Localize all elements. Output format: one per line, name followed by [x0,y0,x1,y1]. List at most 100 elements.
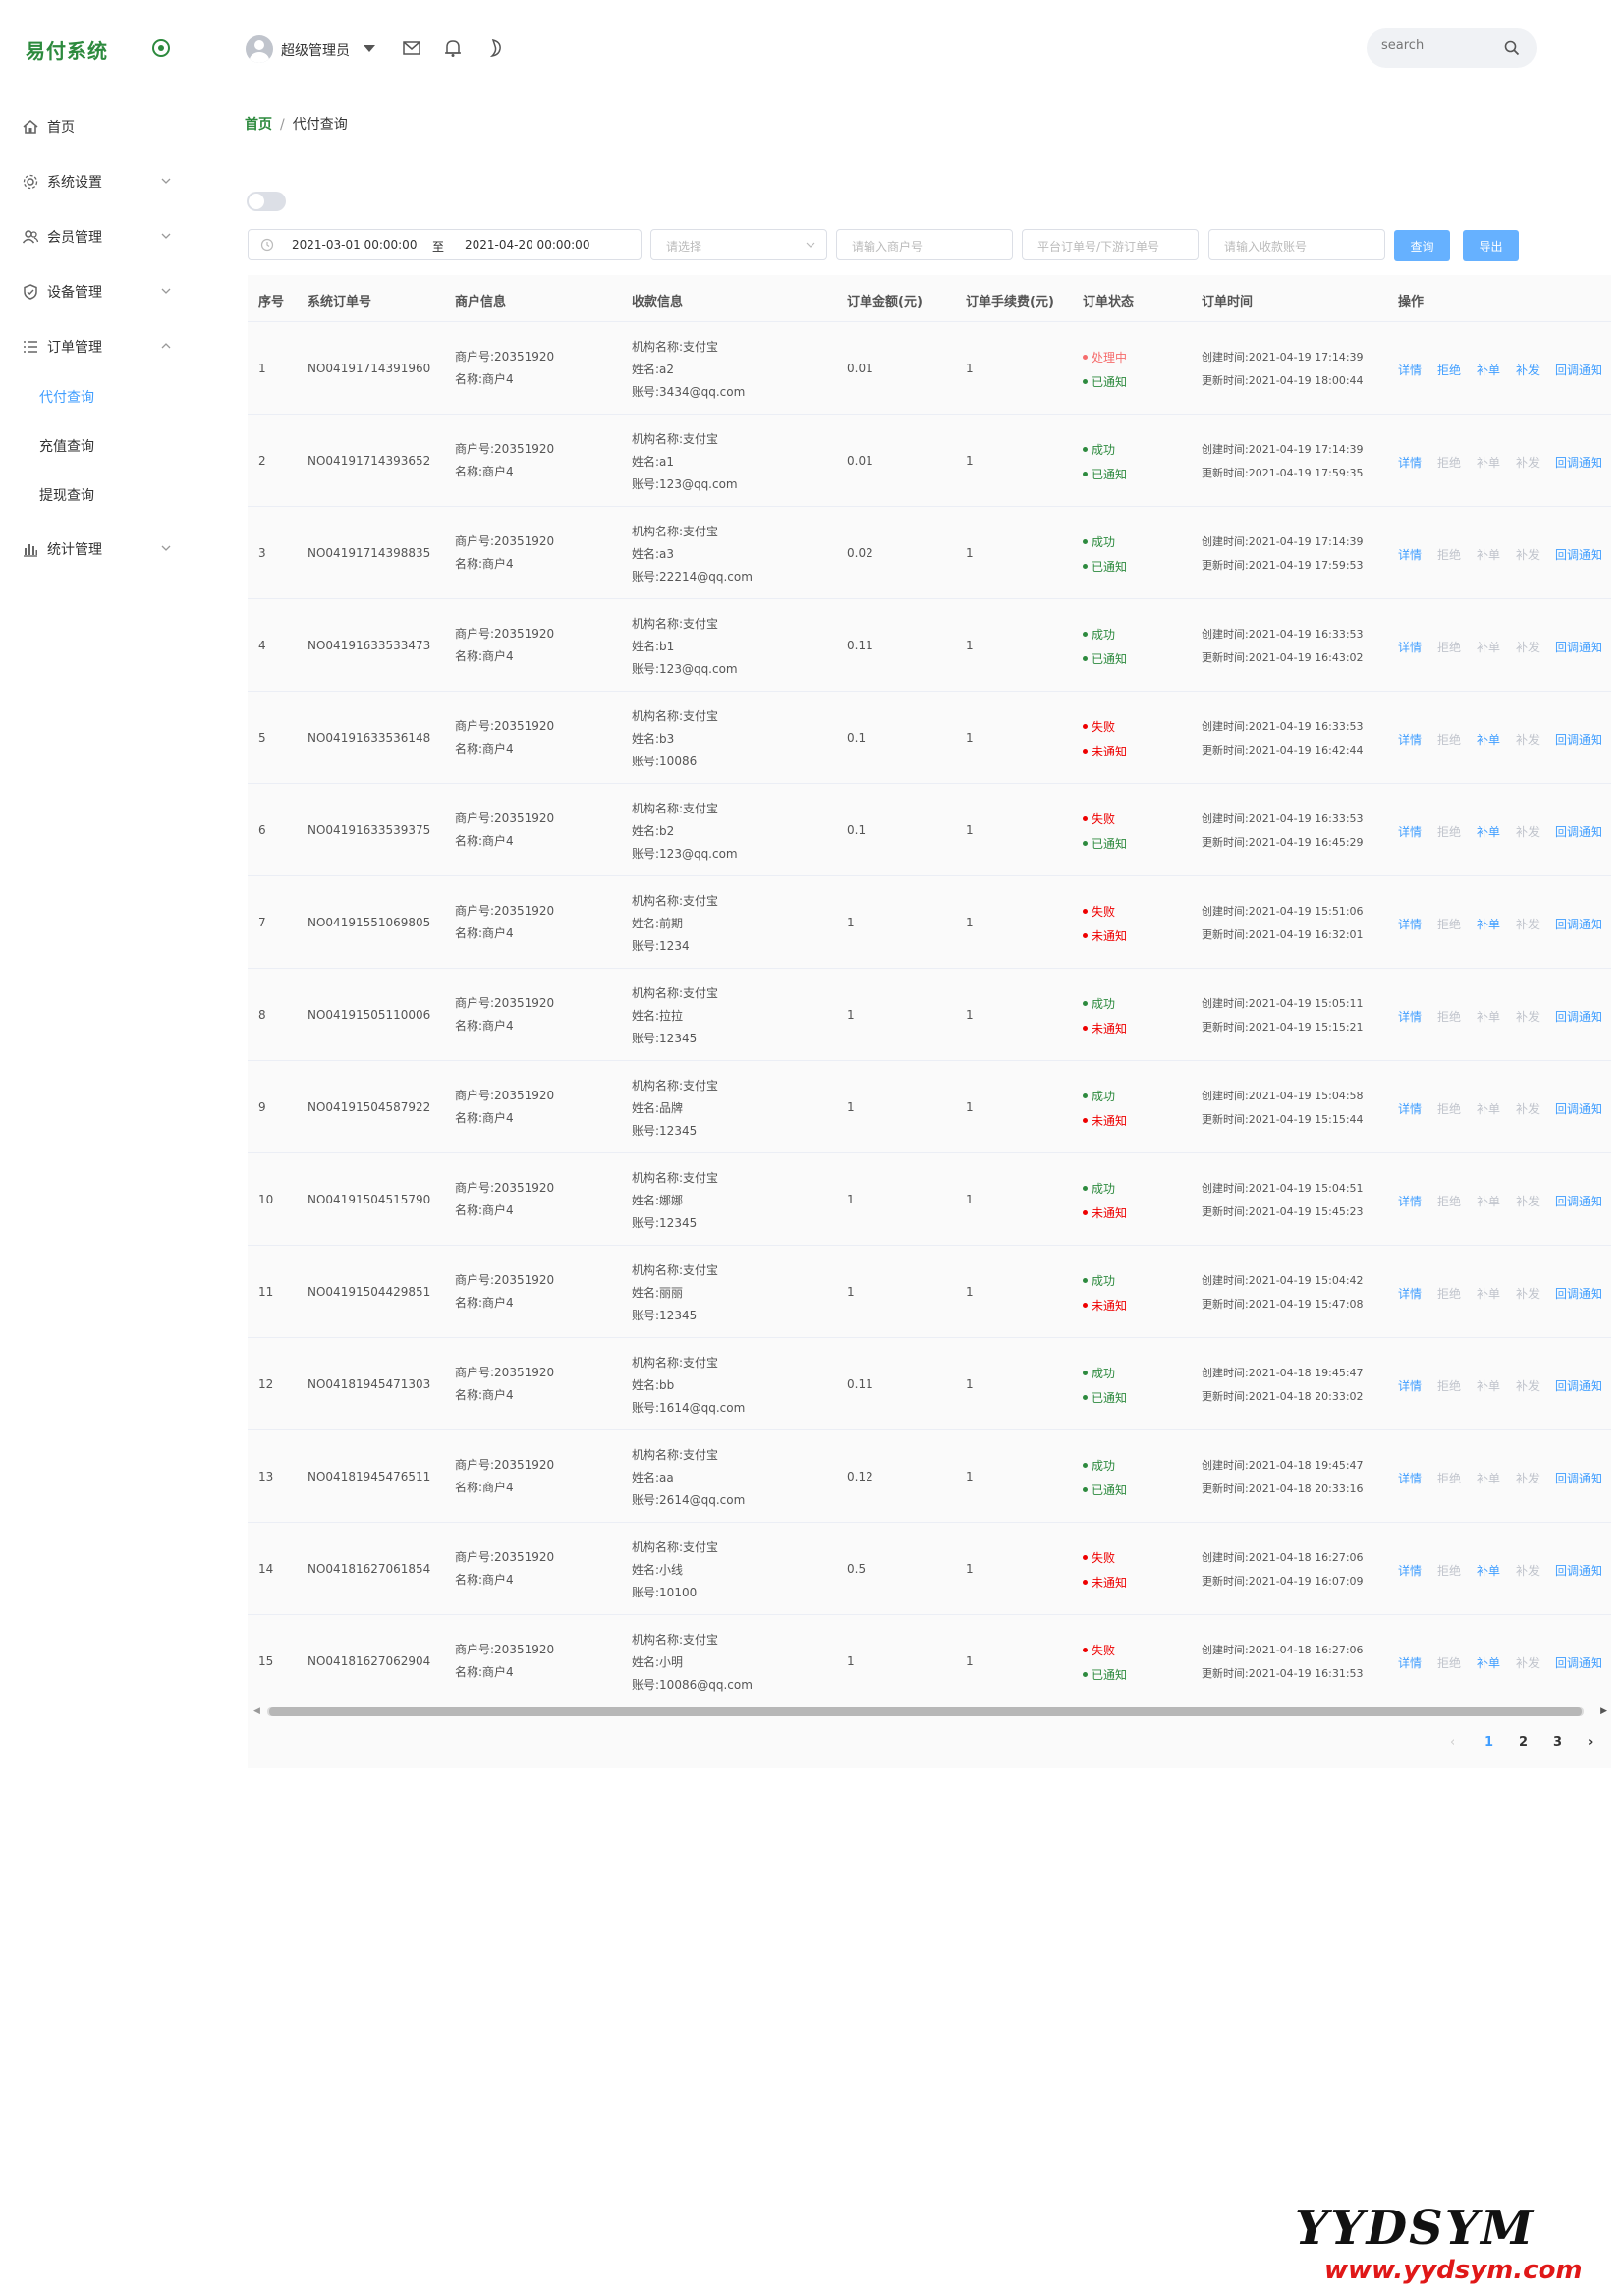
search-icon[interactable] [1503,39,1521,57]
next-page-button[interactable]: › [1588,1735,1593,1750]
resupply-button[interactable]: 补单 [1477,1470,1500,1486]
query-button[interactable]: 查询 [1394,230,1450,261]
resupply-button[interactable]: 补单 [1477,1100,1500,1117]
avatar[interactable] [246,35,273,63]
detail-button[interactable]: 详情 [1398,1193,1422,1209]
callback-notify-button[interactable]: 回调通知 [1555,1377,1602,1394]
callback-notify-button[interactable]: 回调通知 [1555,639,1602,655]
order-number-input[interactable]: 平台订单号/下游订单号 [1022,229,1199,260]
sidebar-item-members[interactable]: 会员管理 [0,217,196,256]
detail-button[interactable]: 详情 [1398,1562,1422,1579]
reject-button[interactable]: 拒绝 [1437,1654,1461,1671]
prev-page-button[interactable]: ‹ [1450,1735,1455,1750]
callback-notify-button[interactable]: 回调通知 [1555,1470,1602,1486]
reissue-button[interactable]: 补发 [1516,639,1540,655]
merchant-input[interactable]: 请输入商户号 [836,229,1013,260]
detail-button[interactable]: 详情 [1398,546,1422,563]
sidebar-subitem-recharge-query[interactable]: 充值查询 [0,428,196,464]
sidebar-subitem-withdraw-query[interactable]: 提现查询 [0,477,196,513]
callback-notify-button[interactable]: 回调通知 [1555,1008,1602,1025]
reject-button[interactable]: 拒绝 [1437,1470,1461,1486]
export-button[interactable]: 导出 [1463,230,1519,261]
reissue-button[interactable]: 补发 [1516,823,1540,840]
page-2-button[interactable]: 2 [1519,1735,1528,1750]
date-range-picker[interactable]: 2021-03-01 00:00:00 至 2021-04-20 00:00:0… [248,229,642,260]
reject-button[interactable]: 拒绝 [1437,1193,1461,1209]
search-box[interactable] [1367,28,1537,68]
scroll-right-icon[interactable]: ▶ [1600,1707,1607,1716]
reject-button[interactable]: 拒绝 [1437,1100,1461,1117]
reject-button[interactable]: 拒绝 [1437,1377,1461,1394]
detail-button[interactable]: 详情 [1398,1008,1422,1025]
resupply-button[interactable]: 补单 [1477,731,1500,748]
reissue-button[interactable]: 补发 [1516,1377,1540,1394]
reject-button[interactable]: 拒绝 [1437,823,1461,840]
callback-notify-button[interactable]: 回调通知 [1555,731,1602,748]
sidebar-item-system-settings[interactable]: 系统设置 [0,162,196,201]
callback-notify-button[interactable]: 回调通知 [1555,546,1602,563]
toggle-switch[interactable] [247,192,286,211]
callback-notify-button[interactable]: 回调通知 [1555,916,1602,932]
bell-icon[interactable] [442,37,464,59]
detail-button[interactable]: 详情 [1398,1377,1422,1394]
horizontal-scrollbar[interactable]: ◀ ▶ [248,1706,1611,1717]
resupply-button[interactable]: 补单 [1477,1562,1500,1579]
user-name[interactable]: 超级管理员 [281,40,350,60]
caret-down-icon[interactable] [364,45,375,52]
callback-notify-button[interactable]: 回调通知 [1555,823,1602,840]
resupply-button[interactable]: 补单 [1477,1654,1500,1671]
detail-button[interactable]: 详情 [1398,1285,1422,1302]
detail-button[interactable]: 详情 [1398,823,1422,840]
page-1-button[interactable]: 1 [1484,1735,1493,1750]
reissue-button[interactable]: 补发 [1516,1100,1540,1117]
callback-notify-button[interactable]: 回调通知 [1555,1100,1602,1117]
sidebar-item-orders[interactable]: 订单管理 [0,327,196,366]
reissue-button[interactable]: 补发 [1516,1285,1540,1302]
reject-button[interactable]: 拒绝 [1437,362,1461,378]
reject-button[interactable]: 拒绝 [1437,1008,1461,1025]
reissue-button[interactable]: 补发 [1516,1193,1540,1209]
detail-button[interactable]: 详情 [1398,1654,1422,1671]
reissue-button[interactable]: 补发 [1516,454,1540,471]
sidebar-item-statistics[interactable]: 统计管理 [0,530,196,569]
callback-notify-button[interactable]: 回调通知 [1555,1654,1602,1671]
detail-button[interactable]: 详情 [1398,731,1422,748]
callback-notify-button[interactable]: 回调通知 [1555,1562,1602,1579]
sidebar-item-home[interactable]: 首页 [0,107,196,146]
account-input[interactable]: 请输入收款账号 [1208,229,1385,260]
callback-notify-button[interactable]: 回调通知 [1555,362,1602,378]
resupply-button[interactable]: 补单 [1477,1193,1500,1209]
reject-button[interactable]: 拒绝 [1437,731,1461,748]
resupply-button[interactable]: 补单 [1477,823,1500,840]
mail-icon[interactable] [401,37,422,59]
reissue-button[interactable]: 补发 [1516,362,1540,378]
detail-button[interactable]: 详情 [1398,639,1422,655]
reject-button[interactable]: 拒绝 [1437,1285,1461,1302]
reject-button[interactable]: 拒绝 [1437,1562,1461,1579]
detail-button[interactable]: 详情 [1398,454,1422,471]
scroll-left-icon[interactable]: ◀ [253,1707,260,1716]
reissue-button[interactable]: 补发 [1516,1562,1540,1579]
moon-icon[interactable] [484,37,506,59]
detail-button[interactable]: 详情 [1398,1470,1422,1486]
collapse-toggle-icon[interactable] [152,39,170,57]
detail-button[interactable]: 详情 [1398,362,1422,378]
sidebar-subitem-payout-query[interactable]: 代付查询 [0,379,196,415]
reject-button[interactable]: 拒绝 [1437,639,1461,655]
reject-button[interactable]: 拒绝 [1437,454,1461,471]
status-select[interactable]: 请选择 [650,229,827,260]
page-3-button[interactable]: 3 [1553,1735,1562,1750]
resupply-button[interactable]: 补单 [1477,916,1500,932]
sidebar-item-devices[interactable]: 设备管理 [0,272,196,311]
resupply-button[interactable]: 补单 [1477,546,1500,563]
resupply-button[interactable]: 补单 [1477,1377,1500,1394]
reissue-button[interactable]: 补发 [1516,546,1540,563]
reissue-button[interactable]: 补发 [1516,1470,1540,1486]
resupply-button[interactable]: 补单 [1477,1285,1500,1302]
detail-button[interactable]: 详情 [1398,1100,1422,1117]
breadcrumb-home[interactable]: 首页 [245,117,272,133]
resupply-button[interactable]: 补单 [1477,639,1500,655]
detail-button[interactable]: 详情 [1398,916,1422,932]
reissue-button[interactable]: 补发 [1516,1654,1540,1671]
reissue-button[interactable]: 补发 [1516,1008,1540,1025]
